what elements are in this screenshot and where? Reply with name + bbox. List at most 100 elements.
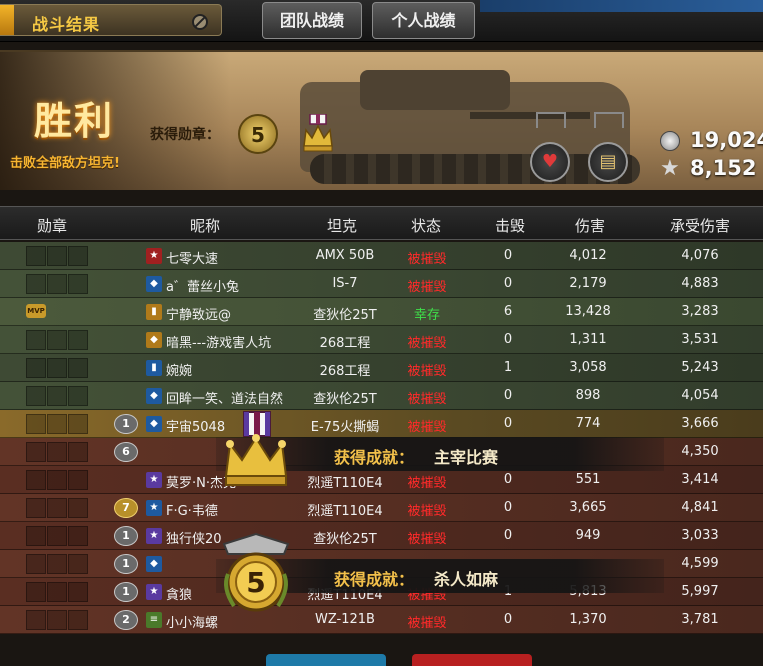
player-status: 被摧毁 <box>407 364 447 379</box>
mvp-badge: MVP <box>26 304 46 318</box>
medal-5-icon[interactable]: 5 <box>238 114 278 154</box>
achievement-name: 杀人如麻 <box>434 570 499 589</box>
prohibited-icon[interactable] <box>192 14 208 30</box>
victory-title: 胜利 <box>34 99 115 143</box>
table-row[interactable]: MVP ▮ 宁静致远@ 查狄伦25T 幸存 6 13,428 3,283 <box>0 298 763 326</box>
player-nickname: F·G·韦德 <box>166 504 218 519</box>
tab-team-results[interactable]: 团队战绩 <box>262 2 362 39</box>
medal-slot <box>47 610 67 630</box>
player-damage-taken: 4,054 <box>681 388 719 403</box>
medal-slot <box>68 274 88 294</box>
player-kills: 0 <box>503 248 513 263</box>
medal-slots <box>26 582 90 602</box>
table-row[interactable]: 2 ≡ 小小海螺 WZ-121B 被摧毁 0 1,370 3,781 <box>0 606 763 634</box>
rank-insignia-icon: ★ <box>146 248 162 264</box>
medal-slot <box>47 386 67 406</box>
medal-slot <box>68 330 88 350</box>
medal-slot <box>68 554 88 574</box>
table-row[interactable]: ★ 七零大速 AMX 50B 被摧毁 0 4,012 4,076 <box>0 242 763 270</box>
player-tank: AMX 50B <box>315 248 375 263</box>
top-decor-strip <box>480 0 763 12</box>
player-kills: 0 <box>503 416 513 431</box>
rank-insignia-icon: ★ <box>146 500 162 516</box>
medal-slot <box>47 498 67 518</box>
star-icon: ★ <box>660 156 680 181</box>
player-nickname: 婉婉 <box>166 364 193 379</box>
col-medal: 勋章 <box>36 217 67 235</box>
player-damage-taken: 5,243 <box>681 360 719 375</box>
player-status: 被摧毁 <box>407 616 447 631</box>
medal-slot <box>47 330 67 350</box>
table-row[interactable]: 1 ★ 独行侠20 查狄伦25T 被摧毁 0 949 3,033 <box>0 522 763 550</box>
achievement-name: 主宰比赛 <box>434 448 499 467</box>
bottom-button-red[interactable] <box>412 654 532 666</box>
player-tank: E-75火撕蝎 <box>310 420 380 435</box>
player-damage-taken: 3,781 <box>681 612 719 627</box>
medal-slot <box>26 610 46 630</box>
rank-badge: 1 <box>114 554 138 574</box>
victory-subtitle: 击败全部敌方坦克! <box>10 156 120 171</box>
col-tank: 坦克 <box>326 217 357 235</box>
medal-slot <box>47 274 67 294</box>
player-tank: WZ-121B <box>315 612 375 627</box>
rank-insignia-icon: ◆ <box>146 332 162 348</box>
medal-slot <box>47 358 67 378</box>
player-damage: 2,179 <box>569 276 607 291</box>
medal-slots <box>26 386 90 406</box>
player-status: 被摧毁 <box>407 336 447 351</box>
rank-badge: 1 <box>114 414 138 434</box>
col-nickname: 昵称 <box>189 217 220 235</box>
medal-slot <box>47 554 67 574</box>
player-status: 被摧毁 <box>407 532 447 547</box>
rank-badge: 6 <box>114 442 138 462</box>
heart-badge-icon[interactable]: ♥ <box>530 142 570 182</box>
table-row[interactable]: 7 ★ F·G·韦德 烈遥T110E4 被摧毁 0 3,665 4,841 <box>0 494 763 522</box>
medal-slot <box>26 554 46 574</box>
player-kills: 1 <box>503 360 513 375</box>
player-damage-taken: 4,883 <box>681 276 719 291</box>
medal-slot <box>47 470 67 490</box>
crown-medal-icon[interactable] <box>300 114 336 154</box>
rank-insignia-icon: ▮ <box>146 304 162 320</box>
col-kills: 击毁 <box>494 217 525 235</box>
medal-slot <box>26 582 46 602</box>
rank-badge: 1 <box>114 582 138 602</box>
player-nickname: 回眸一笑、道法自然 <box>166 392 284 407</box>
medal-slot <box>26 330 46 350</box>
table-row[interactable]: ▮ 婉婉 268工程 被摧毁 1 3,058 5,243 <box>0 354 763 382</box>
medal-slots <box>26 246 90 266</box>
medal-slot <box>68 610 88 630</box>
player-damage: 3,058 <box>569 360 607 375</box>
player-damage-taken: 4,841 <box>681 500 719 515</box>
player-tank: IS-7 <box>332 276 358 291</box>
medal-slot <box>47 442 67 462</box>
col-damage: 伤害 <box>574 217 605 235</box>
rank-insignia-icon: ▮ <box>146 360 162 376</box>
player-nickname: 小小海螺 <box>166 616 219 631</box>
title-plate: 战斗结果 <box>0 4 222 36</box>
rank-insignia-icon: ★ <box>146 584 162 600</box>
medal-slot <box>68 386 88 406</box>
table-row[interactable]: 1 ◆ 宇宙5048 E-75火撕蝎 被摧毁 0 774 3,666 <box>0 410 763 438</box>
medal-slot <box>26 358 46 378</box>
player-damage-taken: 3,531 <box>681 332 719 347</box>
medal-slots <box>26 414 90 434</box>
medal-slot <box>26 246 46 266</box>
silver-earned: 19,024 <box>690 128 763 152</box>
table-row[interactable]: ◆ 回眸一笑、道法自然 查狄伦25T 被摧毁 0 898 4,054 <box>0 382 763 410</box>
table-row[interactable]: ◆ 暗黑---游戏害人坑 268工程 被摧毁 0 1,311 3,531 <box>0 326 763 354</box>
medal-slot <box>68 526 88 546</box>
player-status: 被摧毁 <box>407 504 447 519</box>
player-status: 被摧毁 <box>407 476 447 491</box>
player-damage: 13,428 <box>565 304 611 319</box>
col-status: 状态 <box>410 217 441 235</box>
player-damage: 1,311 <box>569 332 607 347</box>
bottom-button-blue[interactable] <box>266 654 386 666</box>
tab-personal-results[interactable]: 个人战绩 <box>372 2 475 39</box>
player-kills: 6 <box>503 304 513 319</box>
table-row[interactable]: ◆ a゛蕾丝小兔 IS-7 被摧毁 0 2,179 4,883 <box>0 270 763 298</box>
medal-slot <box>26 414 46 434</box>
medal-slot <box>47 582 67 602</box>
document-badge-icon[interactable]: ▤ <box>588 142 628 182</box>
medal-slot <box>47 414 67 434</box>
